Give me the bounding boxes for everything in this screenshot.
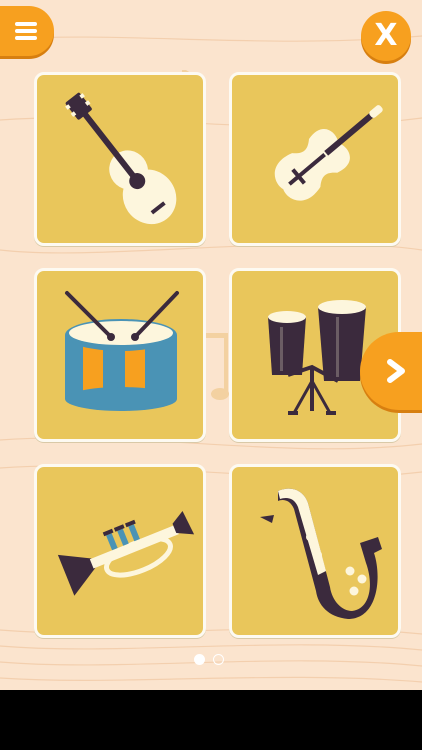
page-dot-1[interactable]	[194, 654, 205, 665]
instrument-tile-saxophone[interactable]	[229, 464, 401, 638]
instrument-tile-violin[interactable]	[229, 72, 401, 246]
instrument-tile-guitar[interactable]	[34, 72, 206, 246]
guitar-icon	[65, 92, 177, 225]
violin-icon	[274, 105, 383, 201]
drum-icon	[65, 291, 179, 411]
saxophone-icon	[260, 488, 382, 619]
trumpet-icon	[57, 511, 195, 596]
chevron-right-icon	[387, 359, 405, 383]
bottom-black-bar	[0, 690, 422, 750]
page-dot-2[interactable]	[213, 654, 224, 665]
close-icon: X	[374, 18, 398, 53]
instrument-tile-trumpet[interactable]	[34, 464, 206, 638]
instrument-tile-drum[interactable]	[34, 268, 206, 442]
close-button[interactable]: X	[361, 11, 411, 61]
app-screen: X	[0, 0, 422, 690]
hamburger-menu-icon	[15, 19, 37, 43]
page-indicator	[194, 654, 224, 665]
menu-button[interactable]	[0, 6, 54, 56]
